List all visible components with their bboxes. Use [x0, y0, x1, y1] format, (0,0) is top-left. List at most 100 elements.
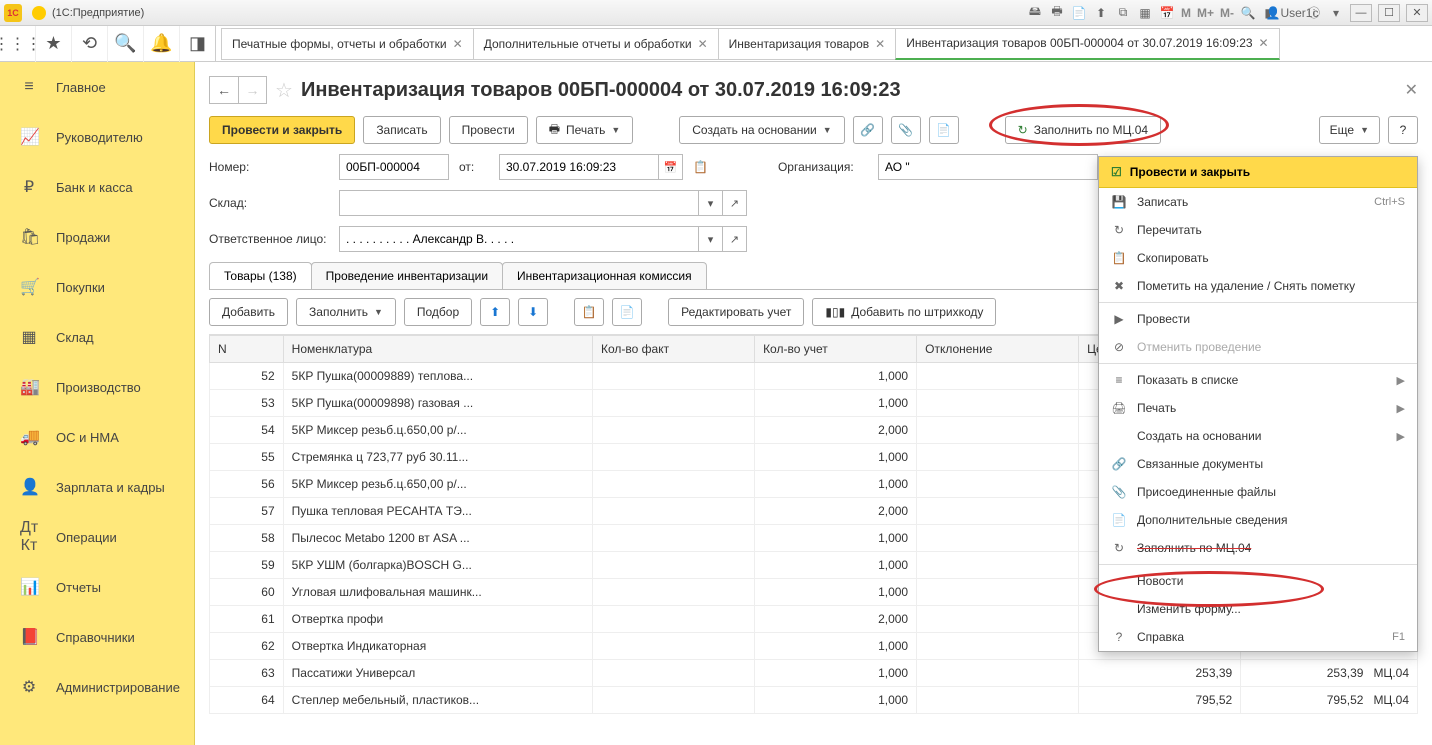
- create-based-button[interactable]: Создать на основании▼: [679, 116, 844, 144]
- print-icon2[interactable]: 🖶: [1049, 5, 1065, 21]
- dropdown-item[interactable]: 💾ЗаписатьCtrl+S: [1099, 188, 1417, 216]
- add-button[interactable]: Добавить: [209, 298, 288, 326]
- number-field[interactable]: 00БП-000004: [339, 154, 449, 180]
- history-button[interactable]: ⟲: [72, 26, 108, 62]
- dropdown-item[interactable]: ↻Перечитать: [1099, 216, 1417, 244]
- sidebar-item[interactable]: 🛒Покупки: [0, 262, 194, 312]
- tab-inventory-doc[interactable]: Инвентаризация товаров 00БП-000004 от 30…: [895, 28, 1279, 60]
- dropdown-icon[interactable]: ▾: [1328, 5, 1344, 21]
- info-icon[interactable]: ⓘ: [1306, 5, 1322, 21]
- sidebar-item[interactable]: ▦Склад: [0, 312, 194, 362]
- open-button[interactable]: ↗: [723, 226, 747, 252]
- save-button[interactable]: Записать: [363, 116, 440, 144]
- open-button[interactable]: ↗: [723, 190, 747, 216]
- dropdown-item[interactable]: 📋Скопировать: [1099, 244, 1417, 272]
- doc-icon[interactable]: 📄: [1071, 5, 1087, 21]
- search-button[interactable]: 🔍: [108, 26, 144, 62]
- fill-mc04-button[interactable]: ↻Заполнить по МЦ.04: [1005, 116, 1161, 144]
- dropdown-item[interactable]: Изменить форму...: [1099, 595, 1417, 623]
- compare-icon[interactable]: ⧉: [1115, 5, 1131, 21]
- post-and-close-button[interactable]: Провести и закрыть: [209, 116, 355, 144]
- sidebar-item[interactable]: 🏭Производство: [0, 362, 194, 412]
- table-header[interactable]: N: [210, 336, 284, 363]
- print-icon[interactable]: 🖴: [1027, 5, 1043, 21]
- table-row[interactable]: 64Степлер мебельный, пластиков...1,00079…: [210, 687, 1418, 714]
- dropdown-item[interactable]: ?СправкаF1: [1099, 623, 1417, 651]
- maximize-button[interactable]: ☐: [1378, 4, 1400, 22]
- apps-button[interactable]: ⋮⋮⋮: [0, 26, 36, 62]
- dropdown-item[interactable]: 🔗Связанные документы: [1099, 450, 1417, 478]
- related-docs-button[interactable]: 🔗: [853, 116, 883, 144]
- dropdown-item[interactable]: Новости: [1099, 567, 1417, 595]
- m-plus-button[interactable]: M+: [1197, 6, 1214, 20]
- dropdown-item[interactable]: ✖Пометить на удаление / Снять пометку: [1099, 272, 1417, 300]
- export-icon[interactable]: ⬆: [1093, 5, 1109, 21]
- calendar-icon[interactable]: 📅: [659, 154, 683, 180]
- user-icon[interactable]: 👤 User1c: [1284, 5, 1300, 21]
- close-icon[interactable]: ✕: [698, 37, 708, 51]
- tab-inventory[interactable]: Инвентаризация товаров✕: [718, 28, 897, 60]
- sidebar-item[interactable]: Дт КтОперации: [0, 512, 194, 562]
- org-field[interactable]: АО ": [878, 154, 1098, 180]
- dropdown-item[interactable]: 🖨Печать▶: [1099, 394, 1417, 422]
- m-minus-button[interactable]: M-: [1220, 6, 1234, 20]
- dropdown-item[interactable]: ▶Провести: [1099, 305, 1417, 333]
- notifications-button[interactable]: 🔔: [144, 26, 180, 62]
- warehouse-field[interactable]: [339, 190, 699, 216]
- sidebar-item[interactable]: 👤Зарплата и кадры: [0, 462, 194, 512]
- sidebar-item[interactable]: 📈Руководителю: [0, 112, 194, 162]
- help-button[interactable]: ?: [1388, 116, 1418, 144]
- close-icon[interactable]: ✕: [875, 37, 885, 51]
- additional-info-button[interactable]: 📄: [929, 116, 959, 144]
- dropdown-button[interactable]: ▾: [699, 190, 723, 216]
- date-field[interactable]: 30.07.2019 16:09:23: [499, 154, 659, 180]
- dropdown-item[interactable]: ≡Показать в списке▶: [1099, 366, 1417, 394]
- favorite-star-icon[interactable]: ☆: [275, 78, 293, 103]
- sidebar-item[interactable]: 📊Отчеты: [0, 562, 194, 612]
- table-header[interactable]: Отклонение: [917, 336, 1079, 363]
- zoom-icon[interactable]: 🔍: [1240, 5, 1256, 21]
- close-window-button[interactable]: ✕: [1406, 4, 1428, 22]
- subtab-commission[interactable]: Инвентаризационная комиссия: [502, 262, 707, 289]
- dropdown-item[interactable]: ↻Заполнить по МЦ.04: [1099, 534, 1417, 562]
- sidebar-item[interactable]: ≡Главное: [0, 62, 194, 112]
- more-button[interactable]: Еще▼: [1319, 116, 1380, 144]
- paste-button[interactable]: 📄: [612, 298, 642, 326]
- tab-print-forms[interactable]: Печатные формы, отчеты и обработки✕: [221, 28, 474, 60]
- copy-button[interactable]: 📋: [574, 298, 604, 326]
- sidebar-item[interactable]: 📕Справочники: [0, 612, 194, 662]
- lock-icon[interactable]: 📋: [693, 160, 708, 174]
- sidebar-item[interactable]: ₽Банк и касса: [0, 162, 194, 212]
- post-button[interactable]: Провести: [449, 116, 528, 144]
- add-by-barcode-button[interactable]: ▮▯▮Добавить по штрихкоду: [812, 298, 996, 326]
- move-up-button[interactable]: ⬆: [480, 298, 510, 326]
- forward-button[interactable]: →: [238, 77, 266, 103]
- fill-button[interactable]: Заполнить▼: [296, 298, 396, 326]
- page-close-button[interactable]: ✕: [1405, 80, 1418, 100]
- attachments-button[interactable]: 📎: [891, 116, 921, 144]
- move-down-button[interactable]: ⬇: [518, 298, 548, 326]
- sidebar-item[interactable]: 🚚ОС и НМА: [0, 412, 194, 462]
- sidebar-item[interactable]: 🛍Продажи: [0, 212, 194, 262]
- tab-additional-reports[interactable]: Дополнительные отчеты и обработки✕: [473, 28, 719, 60]
- dropdown-item[interactable]: 📄Дополнительные сведения: [1099, 506, 1417, 534]
- m-button[interactable]: M: [1181, 6, 1191, 20]
- responsible-field[interactable]: . . . . . . . . . . Александр В. . . . .: [339, 226, 699, 252]
- favorites-button[interactable]: ★: [36, 26, 72, 62]
- subtab-conduct[interactable]: Проведение инвентаризации: [311, 262, 503, 289]
- dropdown-item[interactable]: 📎Присоединенные файлы: [1099, 478, 1417, 506]
- select-button[interactable]: Подбор: [404, 298, 472, 326]
- back-button[interactable]: ←: [210, 77, 238, 103]
- edit-account-button[interactable]: Редактировать учет: [668, 298, 804, 326]
- close-icon[interactable]: ✕: [453, 37, 463, 51]
- sidebar-item[interactable]: ⚙Администрирование: [0, 662, 194, 712]
- close-icon[interactable]: ✕: [1259, 36, 1269, 50]
- subtab-goods[interactable]: Товары (138): [209, 262, 312, 289]
- minimize-button[interactable]: —: [1350, 4, 1372, 22]
- calendar-icon[interactable]: 📅: [1159, 5, 1175, 21]
- table-header[interactable]: Кол-во факт: [593, 336, 755, 363]
- print-button[interactable]: 🖶Печать▼: [536, 116, 634, 144]
- dropdown-button[interactable]: ▾: [699, 226, 723, 252]
- dropdown-item[interactable]: Создать на основании▶: [1099, 422, 1417, 450]
- calc-icon[interactable]: ▦: [1137, 5, 1153, 21]
